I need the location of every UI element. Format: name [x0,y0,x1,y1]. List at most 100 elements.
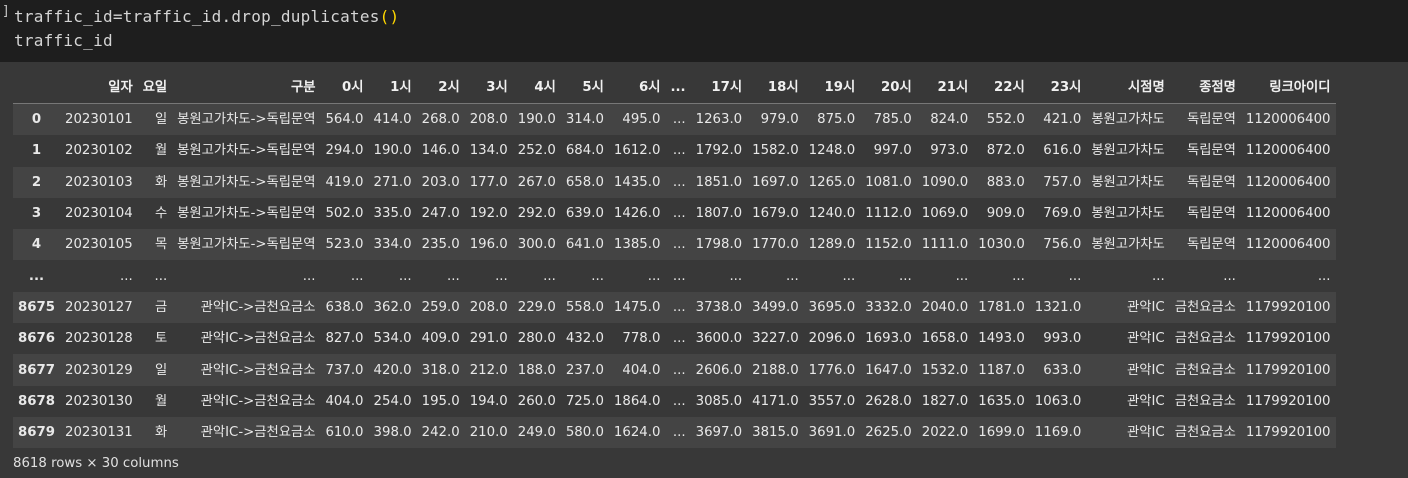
table-row: 1 20230102 월 봉원고가차도->독립문역 294.0 190.0 146.0 134… [13,135,1336,167]
table-cell: 291.0 [469,331,508,347]
column-header: 22시 [973,72,1030,104]
table-cell: 875.0 [817,112,856,128]
table-cell: ... [672,268,686,284]
table-cell: 558.0 [565,299,604,315]
table-cell: ... [647,268,661,284]
table-cell: 1179920100 [1245,299,1331,315]
table-row: 8675 20230127 금 관악IC->금천요금소 638.0 362.0 259.0 2… [13,291,1336,324]
cell-prompt-bracket: ] [2,4,10,19]
table-cell: 금 [154,299,168,315]
table-cell: 1112.0 [865,206,912,222]
row-index: 3 [31,206,42,222]
table-cell: 1658.0 [921,331,969,347]
table-cell: 1781.0 [978,299,1025,315]
table-cell: 3557.0 [808,393,856,409]
table-row: 8678 20230130 월 관악IC->금천요금소 404.0 254.0 195.0 1… [13,385,1336,417]
table-cell: 봉원고가차도->독립문역 [177,143,316,159]
table-cell: ... [672,112,686,128]
table-row: 0 20230101 일 봉원고가차도->독립문역 564.0 414.0 268.0 208… [13,103,1336,136]
row-index: 1 [31,143,42,159]
table-cell: 1179920100 [1245,331,1331,347]
table-cell: 20230128 [65,331,133,347]
column-header: 링크아이디 [1240,72,1336,104]
table-cell: 금천요금소 [1174,425,1236,441]
table-cell: 관악IC->금천요금소 [200,425,316,441]
table-cell: ... [398,268,412,284]
table-cell: 1475.0 [613,299,661,315]
table-cell: 독립문역 [1186,206,1236,222]
table-cell: 414.0 [373,112,412,128]
table-cell: 3227.0 [752,331,799,347]
table-cell: 294.0 [325,143,364,159]
table-cell: 610.0 [325,425,364,441]
table-cell: ... [899,268,912,284]
table-cell: 1081.0 [865,174,912,190]
table-cell: 2188.0 [752,362,799,378]
table-cell: 196.0 [469,237,508,253]
table-cell: ... [785,268,799,284]
table-cell: 292.0 [517,206,556,222]
table-cell: 1111.0 [921,237,969,253]
table-cell: 1090.0 [921,174,969,190]
table-cell: 1152.0 [865,237,912,253]
table-cell: ... [955,268,969,284]
table-cell: 420.0 [373,362,412,378]
code-line-2[interactable]: traffic_id [14,31,113,50]
table-row: 3 20230104 수 봉원고가차도->독립문역 502.0 335.0 247.0 192… [13,197,1336,230]
row-index: ... [28,268,45,284]
table-cell: 관악IC->금천요금소 [200,362,316,378]
column-header: 5시 [560,72,609,104]
table-cell: 249.0 [517,425,556,441]
table-cell: ... [543,268,556,284]
table-cell: 883.0 [986,174,1025,190]
table-cell: 봉원고가차도->독립문역 [177,112,316,128]
table-cell: 20230103 [65,174,133,190]
table-cell: 봉원고가차도 [1091,143,1165,159]
table-cell: 관악IC [1127,362,1165,378]
table-cell: 1807.0 [695,206,743,222]
table-cell: 금천요금소 [1174,331,1236,347]
code-line-1-parens: () [379,7,400,26]
table-cell: 독립문역 [1186,237,1236,253]
table-cell: 관악IC->금천요금소 [200,331,316,347]
table-cell: 1289.0 [808,237,856,253]
table-cell: 봉원고가차도 [1091,174,1165,190]
dataframe-table: 일자 요일 구분 0시 1시 2시 3시 4시 5시 6시... 17시 18시 19시 20시 21시 22… [13,72,1336,449]
table-cell: ... [120,268,133,284]
table-cell: 997.0 [873,143,912,159]
table-cell: 552.0 [986,112,1025,128]
table-row: 8677 20230129 일 관악IC->금천요금소 737.0 420.0 318.0 2… [13,354,1336,386]
table-cell: 관악IC [1127,331,1165,347]
row-index: 8678 [18,393,56,409]
table-cell: 금천요금소 [1174,299,1236,315]
table-cell: 737.0 [325,362,364,378]
dataframe-shape-footer: 8618 rows × 30 columns [13,456,179,471]
table-cell: 봉원고가차도->독립문역 [177,206,316,222]
table-cell: 1493.0 [978,331,1025,347]
table-cell: 봉원고가차도->독립문역 [177,237,316,253]
code-cell-input[interactable]: ] traffic_id=traffic_id.drop_duplicates(… [0,0,1408,62]
table-cell: 1699.0 [978,425,1025,441]
header-row: 일자 요일 구분 0시 1시 2시 3시 4시 5시 6시... 17시 18시 19시 20시 21시 22… [13,72,1336,104]
table-cell: 260.0 [517,393,556,409]
table-cell: 20230105 [65,237,133,253]
table-cell: 725.0 [565,393,604,409]
table-cell: 2628.0 [865,393,912,409]
table-cell: 580.0 [565,425,604,441]
column-header: ... [665,72,691,104]
code-line-1[interactable]: traffic_id=traffic_id.drop_duplicates() [14,7,399,26]
dataframe-header: 일자 요일 구분 0시 1시 2시 3시 4시 5시 6시... 17시 18시 19시 20시 21시 22… [13,72,1336,104]
table-cell: ... [1223,268,1236,284]
table-cell: 190.0 [517,112,556,128]
table-cell: ... [672,362,686,378]
table-cell: 3332.0 [865,299,912,315]
table-cell: 993.0 [1043,331,1082,347]
row-index: 8675 [18,299,56,315]
row-index: 2 [31,174,42,190]
table-row: 4 20230105 목 봉원고가차도->독립문역 523.0 334.0 235.0 196… [13,229,1336,261]
table-cell: 1426.0 [613,206,661,222]
table-cell: 827.0 [325,331,364,347]
table-cell: 192.0 [469,206,508,222]
table-cell: 404.0 [325,393,364,409]
table-cell: 1582.0 [752,143,799,159]
